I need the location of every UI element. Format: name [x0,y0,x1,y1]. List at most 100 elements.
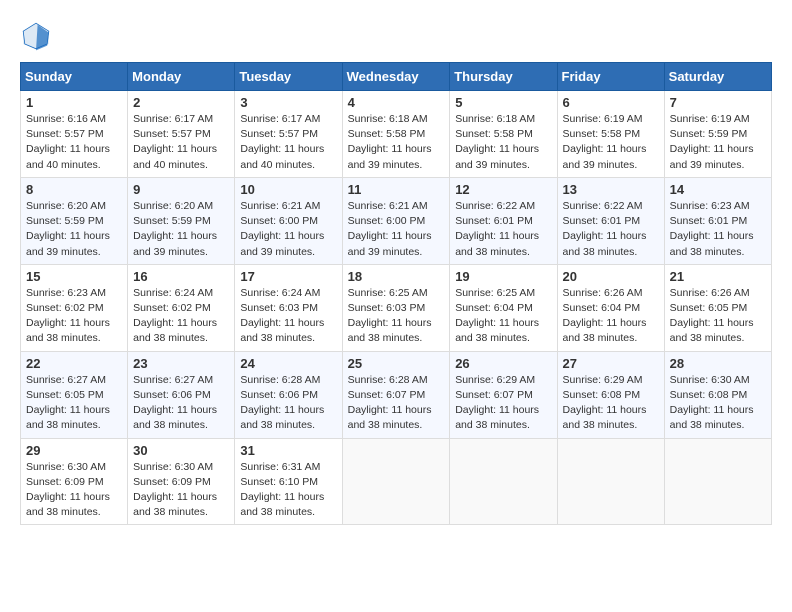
sunset-label: Sunset: 6:07 PM [455,389,533,401]
sunset-label: Sunset: 6:05 PM [670,302,748,314]
sunrise-label: Sunrise: 6:22 AM [455,200,535,212]
day-info: Sunrise: 6:20 AM Sunset: 5:59 PM Dayligh… [133,199,229,260]
daylight-label: Daylight: 11 hoursand 40 minutes. [133,143,217,170]
day-number: 10 [240,182,336,197]
sunset-label: Sunset: 6:01 PM [670,215,748,227]
calendar-cell: 1 Sunrise: 6:16 AM Sunset: 5:57 PM Dayli… [21,91,128,178]
calendar-week-row: 29 Sunrise: 6:30 AM Sunset: 6:09 PM Dayl… [21,438,772,525]
calendar-cell: 14 Sunrise: 6:23 AM Sunset: 6:01 PM Dayl… [664,177,771,264]
calendar-cell: 9 Sunrise: 6:20 AM Sunset: 5:59 PM Dayli… [128,177,235,264]
sunset-label: Sunset: 5:58 PM [348,128,426,140]
sunrise-label: Sunrise: 6:23 AM [670,200,750,212]
daylight-label: Daylight: 11 hoursand 39 minutes. [348,143,432,170]
sunset-label: Sunset: 6:08 PM [670,389,748,401]
sunset-label: Sunset: 6:03 PM [348,302,426,314]
daylight-label: Daylight: 11 hoursand 38 minutes. [348,317,432,344]
sunset-label: Sunset: 6:06 PM [240,389,318,401]
calendar-cell: 20 Sunrise: 6:26 AM Sunset: 6:04 PM Dayl… [557,264,664,351]
sunset-label: Sunset: 5:58 PM [455,128,533,140]
daylight-label: Daylight: 11 hoursand 38 minutes. [240,317,324,344]
day-info: Sunrise: 6:18 AM Sunset: 5:58 PM Dayligh… [348,112,445,173]
daylight-label: Daylight: 11 hoursand 39 minutes. [26,230,110,257]
calendar-cell: 30 Sunrise: 6:30 AM Sunset: 6:09 PM Dayl… [128,438,235,525]
sunrise-label: Sunrise: 6:28 AM [240,374,320,386]
calendar-cell: 10 Sunrise: 6:21 AM Sunset: 6:00 PM Dayl… [235,177,342,264]
calendar-cell: 16 Sunrise: 6:24 AM Sunset: 6:02 PM Dayl… [128,264,235,351]
day-number: 8 [26,182,122,197]
sunrise-label: Sunrise: 6:29 AM [563,374,643,386]
day-number: 11 [348,182,445,197]
daylight-label: Daylight: 11 hoursand 38 minutes. [348,404,432,431]
sunset-label: Sunset: 5:59 PM [133,215,211,227]
daylight-label: Daylight: 11 hoursand 38 minutes. [563,317,647,344]
weekday-header: Monday [128,63,235,91]
day-number: 7 [670,95,766,110]
sunset-label: Sunset: 6:07 PM [348,389,426,401]
daylight-label: Daylight: 11 hoursand 38 minutes. [563,230,647,257]
daylight-label: Daylight: 11 hoursand 38 minutes. [26,404,110,431]
page-header [20,20,772,52]
weekday-header: Tuesday [235,63,342,91]
day-info: Sunrise: 6:16 AM Sunset: 5:57 PM Dayligh… [26,112,122,173]
sunrise-label: Sunrise: 6:19 AM [563,113,643,125]
sunrise-label: Sunrise: 6:24 AM [133,287,213,299]
calendar-cell: 13 Sunrise: 6:22 AM Sunset: 6:01 PM Dayl… [557,177,664,264]
daylight-label: Daylight: 11 hoursand 38 minutes. [670,404,754,431]
sunset-label: Sunset: 5:58 PM [563,128,641,140]
day-number: 29 [26,443,122,458]
daylight-label: Daylight: 11 hoursand 38 minutes. [455,230,539,257]
calendar-cell [557,438,664,525]
day-info: Sunrise: 6:24 AM Sunset: 6:03 PM Dayligh… [240,286,336,347]
day-info: Sunrise: 6:17 AM Sunset: 5:57 PM Dayligh… [133,112,229,173]
day-info: Sunrise: 6:28 AM Sunset: 6:06 PM Dayligh… [240,373,336,434]
weekday-header: Saturday [664,63,771,91]
day-info: Sunrise: 6:23 AM Sunset: 6:02 PM Dayligh… [26,286,122,347]
day-info: Sunrise: 6:27 AM Sunset: 6:06 PM Dayligh… [133,373,229,434]
sunrise-label: Sunrise: 6:30 AM [133,461,213,473]
sunrise-label: Sunrise: 6:25 AM [455,287,535,299]
calendar-cell: 11 Sunrise: 6:21 AM Sunset: 6:00 PM Dayl… [342,177,450,264]
sunrise-label: Sunrise: 6:22 AM [563,200,643,212]
sunrise-label: Sunrise: 6:17 AM [133,113,213,125]
day-number: 13 [563,182,659,197]
day-number: 2 [133,95,229,110]
daylight-label: Daylight: 11 hoursand 38 minutes. [670,230,754,257]
sunset-label: Sunset: 6:09 PM [26,476,104,488]
sunset-label: Sunset: 6:00 PM [240,215,318,227]
calendar-cell: 22 Sunrise: 6:27 AM Sunset: 6:05 PM Dayl… [21,351,128,438]
day-info: Sunrise: 6:19 AM Sunset: 5:59 PM Dayligh… [670,112,766,173]
day-number: 24 [240,356,336,371]
daylight-label: Daylight: 11 hoursand 38 minutes. [133,317,217,344]
sunset-label: Sunset: 6:10 PM [240,476,318,488]
sunrise-label: Sunrise: 6:21 AM [240,200,320,212]
calendar-cell: 4 Sunrise: 6:18 AM Sunset: 5:58 PM Dayli… [342,91,450,178]
calendar-cell [450,438,557,525]
calendar-week-row: 15 Sunrise: 6:23 AM Sunset: 6:02 PM Dayl… [21,264,772,351]
sunrise-label: Sunrise: 6:30 AM [670,374,750,386]
sunset-label: Sunset: 6:04 PM [563,302,641,314]
day-info: Sunrise: 6:17 AM Sunset: 5:57 PM Dayligh… [240,112,336,173]
calendar-cell: 19 Sunrise: 6:25 AM Sunset: 6:04 PM Dayl… [450,264,557,351]
day-info: Sunrise: 6:21 AM Sunset: 6:00 PM Dayligh… [240,199,336,260]
day-number: 9 [133,182,229,197]
day-info: Sunrise: 6:31 AM Sunset: 6:10 PM Dayligh… [240,460,336,521]
day-info: Sunrise: 6:30 AM Sunset: 6:09 PM Dayligh… [133,460,229,521]
calendar-header-row: SundayMondayTuesdayWednesdayThursdayFrid… [21,63,772,91]
day-info: Sunrise: 6:21 AM Sunset: 6:00 PM Dayligh… [348,199,445,260]
day-info: Sunrise: 6:19 AM Sunset: 5:58 PM Dayligh… [563,112,659,173]
calendar-cell: 23 Sunrise: 6:27 AM Sunset: 6:06 PM Dayl… [128,351,235,438]
sunset-label: Sunset: 6:02 PM [133,302,211,314]
day-number: 6 [563,95,659,110]
sunrise-label: Sunrise: 6:17 AM [240,113,320,125]
calendar-cell: 29 Sunrise: 6:30 AM Sunset: 6:09 PM Dayl… [21,438,128,525]
sunset-label: Sunset: 6:02 PM [26,302,104,314]
sunrise-label: Sunrise: 6:25 AM [348,287,428,299]
sunset-label: Sunset: 6:00 PM [348,215,426,227]
daylight-label: Daylight: 11 hoursand 39 minutes. [240,230,324,257]
daylight-label: Daylight: 11 hoursand 38 minutes. [563,404,647,431]
calendar-cell: 26 Sunrise: 6:29 AM Sunset: 6:07 PM Dayl… [450,351,557,438]
calendar-cell [664,438,771,525]
calendar-cell: 28 Sunrise: 6:30 AM Sunset: 6:08 PM Dayl… [664,351,771,438]
day-number: 17 [240,269,336,284]
calendar-cell: 18 Sunrise: 6:25 AM Sunset: 6:03 PM Dayl… [342,264,450,351]
